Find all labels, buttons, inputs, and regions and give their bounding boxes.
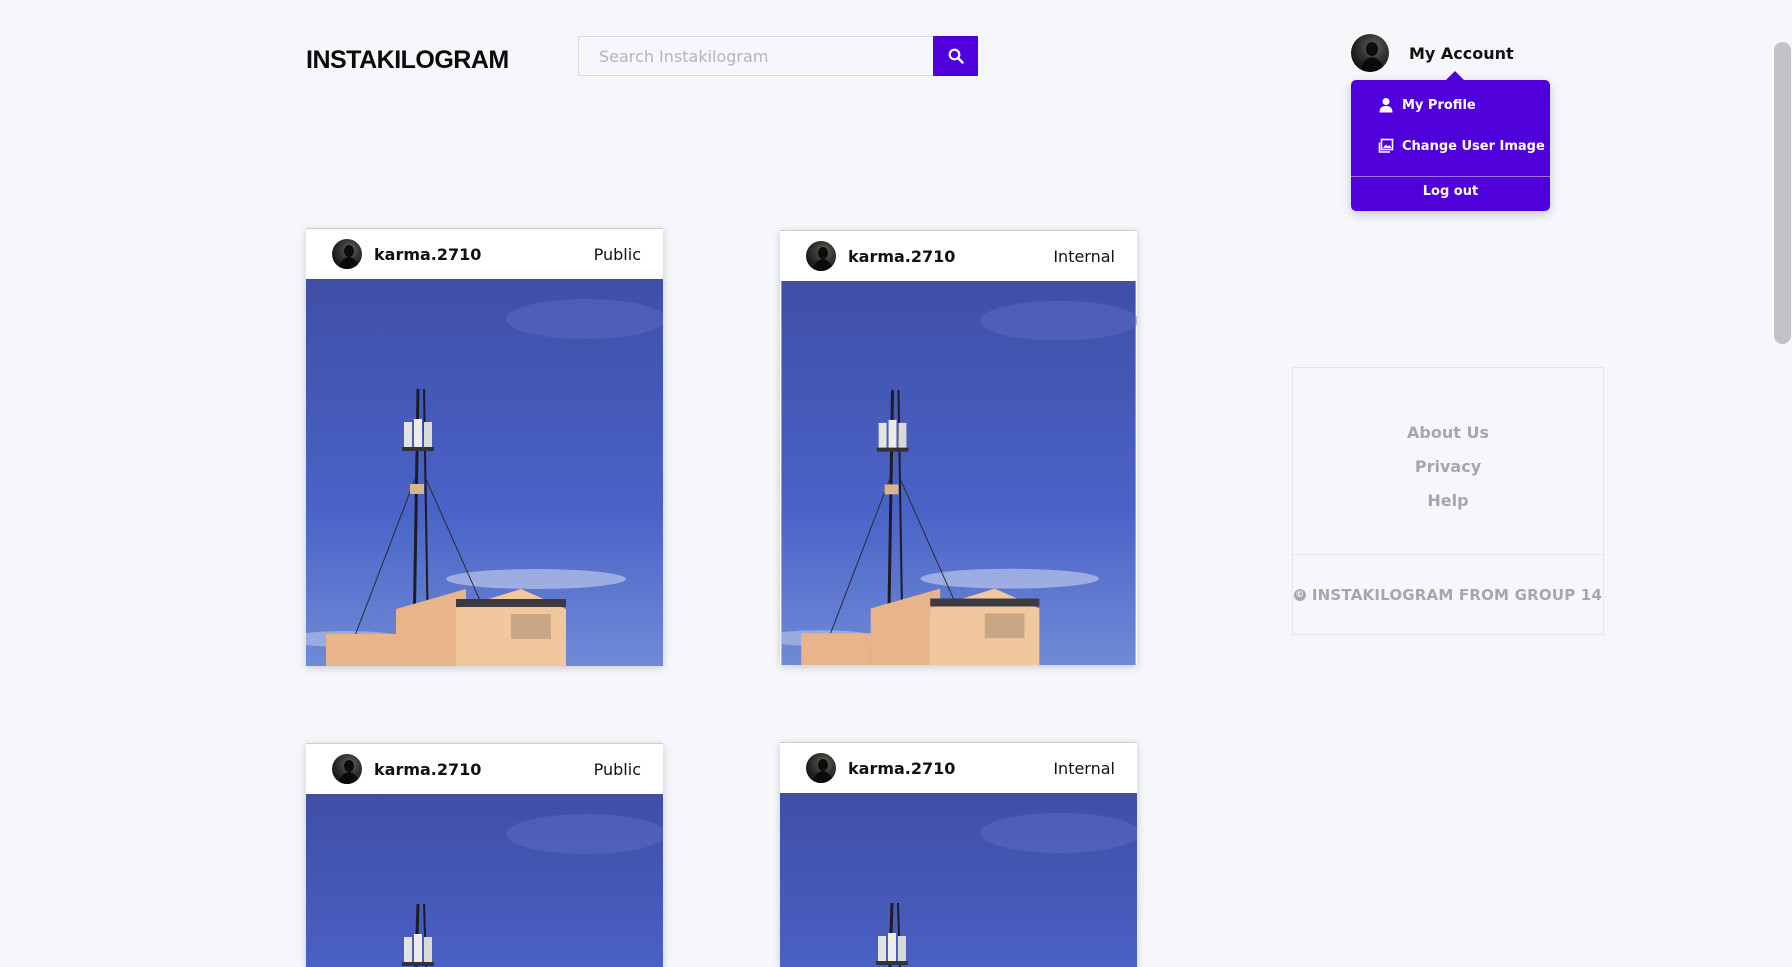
post-header: karma.2710 Public (306, 228, 663, 279)
post-image[interactable] (780, 793, 1137, 967)
search-input[interactable] (578, 36, 933, 76)
post-avatar[interactable] (806, 241, 836, 271)
logout-button[interactable]: Log out (1351, 184, 1550, 199)
post-header: karma.2710 Public (306, 743, 663, 794)
post-card: karma.2710 Public (306, 228, 663, 666)
search-button[interactable] (933, 36, 978, 76)
post-username[interactable]: karma.2710 (374, 760, 481, 779)
privacy-link[interactable]: Privacy (1415, 457, 1481, 476)
post-image[interactable] (306, 279, 663, 666)
post-header: karma.2710 Internal (780, 230, 1137, 281)
sidebar-links: About Us Privacy Help (1293, 368, 1603, 554)
post-username[interactable]: karma.2710 (848, 759, 955, 778)
account-dropdown: My Profile Change User Image Log out (1351, 71, 1550, 211)
post-image[interactable] (780, 281, 1137, 665)
post-username[interactable]: karma.2710 (848, 247, 955, 266)
scrollbar-track (1772, 0, 1792, 967)
account-menu-toggle[interactable]: My Account (1351, 34, 1514, 72)
menu-item-change-user-image[interactable]: Change User Image (1378, 138, 1545, 154)
post-card: karma.2710 Internal (780, 230, 1137, 665)
help-link[interactable]: Help (1427, 491, 1468, 510)
post-avatar[interactable] (806, 753, 836, 783)
post-visibility: Public (593, 244, 641, 264)
scrollbar-thumb[interactable] (1774, 42, 1791, 344)
app-logo[interactable]: INSTAKILOGRAM (306, 46, 509, 75)
menu-item-label: My Profile (1402, 97, 1476, 113)
avatar (1351, 34, 1389, 72)
post-avatar[interactable] (332, 239, 362, 269)
footer-text: INSTAKILOGRAM FROM GROUP 14 (1311, 586, 1603, 604)
image-icon (1378, 138, 1394, 154)
dropdown-divider (1351, 176, 1550, 177)
search-icon (948, 48, 964, 64)
menu-item-label: Change User Image (1402, 138, 1545, 154)
post-avatar[interactable] (332, 754, 362, 784)
about-us-link[interactable]: About Us (1407, 423, 1489, 442)
post-image[interactable] (306, 794, 663, 967)
post-username[interactable]: karma.2710 (374, 245, 481, 264)
sidebar-panel: About Us Privacy Help © INSTAKILOGRAM FR… (1292, 367, 1604, 635)
post-visibility: Internal (1053, 246, 1115, 266)
copyright-icon: © (1293, 589, 1306, 601)
post-card: karma.2710 Internal (780, 742, 1137, 967)
account-label: My Account (1409, 43, 1514, 63)
search-bar (578, 36, 978, 76)
post-header: karma.2710 Internal (780, 742, 1137, 793)
post-card: karma.2710 Public (306, 743, 663, 967)
sidebar-footer: © INSTAKILOGRAM FROM GROUP 14 (1293, 555, 1603, 635)
post-visibility: Public (593, 759, 641, 779)
menu-item-my-profile[interactable]: My Profile (1378, 97, 1476, 113)
post-visibility: Internal (1053, 758, 1115, 778)
user-icon (1378, 97, 1394, 113)
